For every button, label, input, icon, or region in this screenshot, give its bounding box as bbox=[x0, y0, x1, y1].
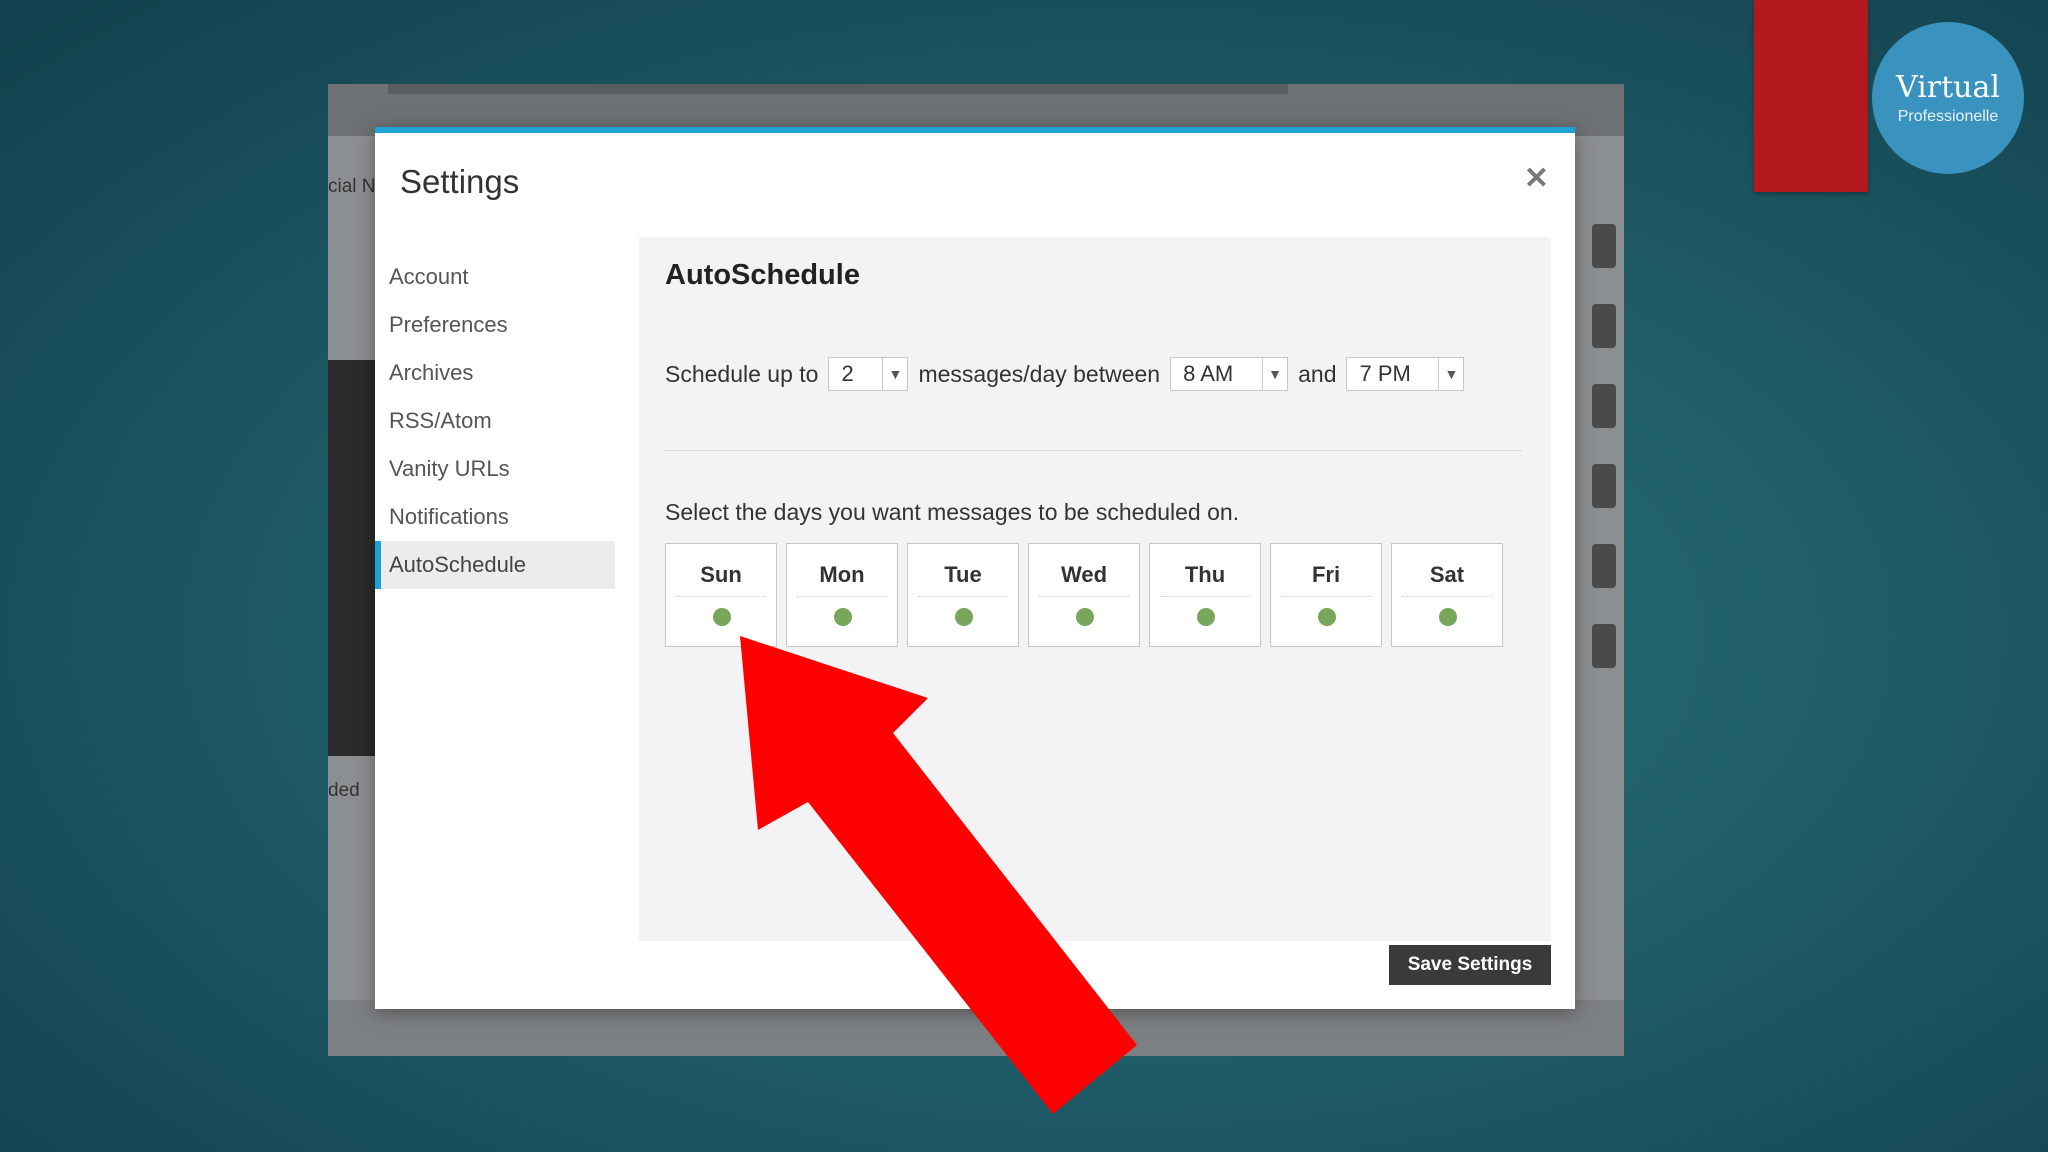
save-settings-button[interactable]: Save Settings bbox=[1389, 945, 1551, 985]
sidebar-item-rss-atom[interactable]: RSS/Atom bbox=[375, 397, 615, 445]
day-label: Thu bbox=[1184, 562, 1226, 587]
day-separator bbox=[1402, 596, 1492, 597]
sidebar-item-autoschedule[interactable]: AutoSchedule bbox=[375, 541, 615, 589]
enabled-dot-icon bbox=[713, 608, 731, 626]
day-label: Mon bbox=[819, 562, 865, 587]
settings-sidebar: Account Preferences Archives RSS/Atom Va… bbox=[375, 253, 615, 589]
background-avatar bbox=[1592, 384, 1616, 428]
background-dark-panel bbox=[328, 360, 376, 756]
and-label: and bbox=[1298, 360, 1337, 387]
background-side-fragment: ded bbox=[328, 780, 360, 801]
day-toggle-sun[interactable]: Sun bbox=[665, 543, 777, 647]
background-tab-fragment: cial N bbox=[328, 176, 376, 197]
day-label: Tue bbox=[944, 562, 982, 587]
sidebar-item-vanity-urls[interactable]: Vanity URLs bbox=[375, 445, 615, 493]
schedule-prefix-label: Schedule up to bbox=[665, 360, 819, 387]
day-separator bbox=[797, 596, 887, 597]
message-count-value: 2 bbox=[841, 361, 854, 386]
brand-logo: Virtual Professionelle bbox=[1872, 22, 2024, 174]
background-avatar bbox=[1592, 224, 1616, 268]
day-toggle-mon[interactable]: Mon bbox=[786, 543, 898, 647]
sidebar-item-archives[interactable]: Archives bbox=[375, 349, 615, 397]
day-separator bbox=[1039, 596, 1129, 597]
day-separator bbox=[918, 596, 1008, 597]
enabled-dot-icon bbox=[1076, 608, 1094, 626]
panel-title: AutoSchedule bbox=[665, 259, 860, 291]
day-toggle-wed[interactable]: Wed bbox=[1028, 543, 1140, 647]
background-avatar bbox=[1592, 304, 1616, 348]
brand-tagline: Professionelle bbox=[1897, 108, 1999, 125]
sidebar-item-notifications[interactable]: Notifications bbox=[375, 493, 615, 541]
enabled-dot-icon bbox=[1197, 608, 1215, 626]
day-separator bbox=[676, 596, 766, 597]
day-toggle-tue[interactable]: Tue bbox=[907, 543, 1019, 647]
end-time-value: 7 PM bbox=[1359, 361, 1411, 386]
brand-name: Virtual bbox=[1896, 70, 2000, 105]
day-label: Sun bbox=[700, 562, 742, 587]
autoschedule-panel: AutoSchedule Schedule up to 2 ▼ messages… bbox=[639, 237, 1551, 941]
start-time-select[interactable]: 8 AM ▼ bbox=[1170, 357, 1289, 391]
background-avatar bbox=[1592, 544, 1616, 588]
enabled-dot-icon bbox=[834, 608, 852, 626]
background-avatar bbox=[1592, 624, 1616, 668]
day-label: Sat bbox=[1429, 562, 1465, 587]
chevron-down-icon: ▼ bbox=[1262, 358, 1287, 390]
days-prompt: Select the days you want messages to be … bbox=[665, 499, 1240, 525]
sidebar-item-account[interactable]: Account bbox=[375, 253, 615, 301]
close-icon[interactable]: ✕ bbox=[1524, 161, 1549, 196]
day-label: Wed bbox=[1060, 562, 1108, 587]
day-label: Fri bbox=[1311, 562, 1341, 587]
section-divider bbox=[665, 450, 1521, 451]
enabled-dot-icon bbox=[955, 608, 973, 626]
start-time-value: 8 AM bbox=[1183, 361, 1234, 386]
chevron-down-icon: ▼ bbox=[882, 358, 907, 390]
settings-modal: Settings ✕ Account Preferences Archives … bbox=[375, 127, 1575, 1009]
day-toggle-thu[interactable]: Thu bbox=[1149, 543, 1261, 647]
day-selector: Sun Mon Tue Wed Thu Fri Sat bbox=[665, 543, 1512, 647]
background-avatar-column bbox=[1584, 214, 1624, 774]
background-topbar-strip bbox=[388, 84, 1288, 94]
background-avatar bbox=[1592, 464, 1616, 508]
end-time-select[interactable]: 7 PM ▼ bbox=[1346, 357, 1465, 391]
day-toggle-sat[interactable]: Sat bbox=[1391, 543, 1503, 647]
enabled-dot-icon bbox=[1439, 608, 1457, 626]
message-count-select[interactable]: 2 ▼ bbox=[828, 357, 909, 391]
enabled-dot-icon bbox=[1318, 608, 1336, 626]
day-toggle-fri[interactable]: Fri bbox=[1270, 543, 1382, 647]
sidebar-item-preferences[interactable]: Preferences bbox=[375, 301, 615, 349]
chevron-down-icon: ▼ bbox=[1438, 358, 1463, 390]
day-separator bbox=[1281, 596, 1371, 597]
schedule-row: Schedule up to 2 ▼ messages/day between … bbox=[665, 357, 1474, 391]
schedule-middle-label: messages/day between bbox=[918, 360, 1161, 387]
modal-title: Settings bbox=[400, 163, 520, 200]
day-separator bbox=[1160, 596, 1250, 597]
red-decorative-block bbox=[1754, 0, 1868, 192]
